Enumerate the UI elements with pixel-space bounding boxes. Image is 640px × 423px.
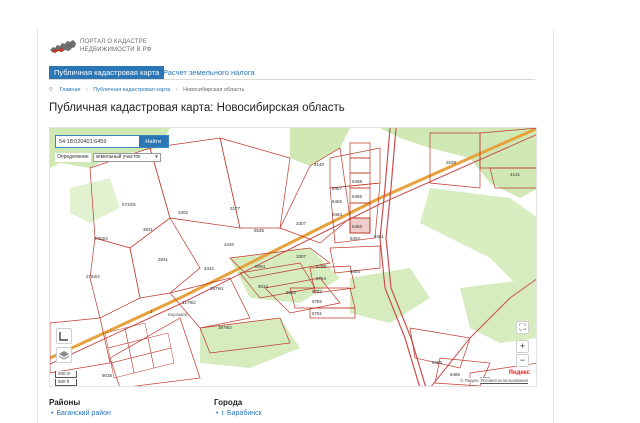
cities-heading: Города xyxy=(214,398,243,407)
city-link[interactable]: г. Барабинск xyxy=(221,410,261,417)
cadastral-map[interactable]: 4140 5732/5 3831 3402 3177 2784/4 3831 2… xyxy=(49,127,537,387)
parcel-label: 3831 xyxy=(143,227,154,232)
logo-text: ПОРТАЛ О КАДАСТРЕ НЕДВИЖИМОСТИ В РФ xyxy=(80,38,152,54)
definition-row: Определение земельный участок ▾ xyxy=(55,152,161,162)
scale-meters: 200 m xyxy=(55,371,77,378)
russia-map-logo-icon[interactable] xyxy=(49,38,77,56)
bullet-icon: • xyxy=(51,410,54,417)
object-type-select[interactable]: земельный участок ▾ xyxy=(92,152,161,162)
parcel-label: 8064 xyxy=(255,264,266,269)
parcel-label: 3177 xyxy=(230,206,241,211)
parcel-label: 6462 xyxy=(350,236,361,241)
map-scale: 200 m 500 ft xyxy=(55,371,77,386)
region-list-item[interactable]: • Баганский район xyxy=(51,410,111,417)
object-type-value: земельный участок xyxy=(95,153,141,160)
parcel-label: 6485 xyxy=(432,360,443,365)
parcel-label: 3979/2 xyxy=(218,325,232,330)
parcel-label: 3442 xyxy=(204,266,215,271)
layers-button[interactable] xyxy=(56,347,72,363)
tab-public-cadastral-map[interactable]: Публичная кадастровая карта xyxy=(49,66,165,79)
parcel-label: 6781 xyxy=(312,311,323,316)
parcel-label: 6465 xyxy=(332,199,343,204)
content-left-border xyxy=(37,28,38,423)
railway-line xyxy=(50,134,536,365)
field-area xyxy=(70,178,120,223)
parcel-label: 5732/5 xyxy=(122,202,136,207)
breadcrumb-cadastral-map[interactable]: Публичная кадастровая карта xyxy=(93,87,170,93)
map-copyright: © Яндекс xyxy=(460,378,480,383)
parcel-label: 6461 xyxy=(374,234,385,239)
location-pin-icon: ⚲ xyxy=(49,87,54,93)
parcel-label: 9033 xyxy=(286,290,297,295)
parcel-label: 8535 xyxy=(254,228,265,233)
ruler-tool-button[interactable] xyxy=(56,328,72,344)
road-boundary xyxy=(385,128,427,386)
parcel-label: 2539 xyxy=(446,160,457,165)
breadcrumb-current: Новосибирская область xyxy=(183,87,245,93)
parcel-label: 6468 xyxy=(352,179,363,184)
logo-text-line2: НЕДВИЖИМОСТИ В РФ xyxy=(80,47,152,53)
parcel-label: 3979/1 xyxy=(210,286,224,291)
city-list-item[interactable]: • г. Барабинск xyxy=(216,410,262,417)
parcel-label: 6784 xyxy=(316,276,327,281)
definition-label: Определение xyxy=(55,152,91,162)
bullet-icon: • xyxy=(216,410,219,417)
yandex-logo-text: Яндекс xyxy=(508,370,530,376)
logo-text-line1: ПОРТАЛ О КАДАСТРЕ xyxy=(80,39,148,45)
region-link[interactable]: Баганский район xyxy=(56,410,110,417)
page-title: Публичная кадастровая карта: Новосибирск… xyxy=(49,102,345,114)
parcel-label: 3307 xyxy=(296,221,307,226)
region-city-lists: Районы • Баганский район Города • г. Бараб… xyxy=(49,398,535,423)
cadastral-number-input[interactable] xyxy=(56,136,139,147)
content-right-border xyxy=(553,28,554,423)
fullscreen-button[interactable]: ⛶ xyxy=(516,321,529,334)
parcel-label: 3831 xyxy=(158,257,169,262)
chevron-down-icon: ▾ xyxy=(155,153,158,160)
breadcrumb: ⚲ Главная › Публичная кадастровая карта … xyxy=(49,85,244,95)
parcel-label: 6782 xyxy=(312,299,323,304)
parcel-label: 3307 xyxy=(296,254,307,259)
ruler-icon xyxy=(59,332,68,341)
place-label: Кирзавод xyxy=(168,312,188,317)
zoom-in-button[interactable]: + xyxy=(516,340,529,353)
layers-icon xyxy=(58,351,70,360)
scale-feet: 500 ft xyxy=(55,379,77,386)
map-search-box: Найти xyxy=(55,135,169,148)
parcel-label: 2784/4 xyxy=(94,236,108,241)
parcel-label: 6466 xyxy=(352,194,363,199)
parcel-label: 6785 xyxy=(316,264,327,269)
tab-land-tax-calculation[interactable]: Расчет земельного налога xyxy=(158,66,260,79)
parcel-label: 4141 xyxy=(510,172,521,177)
parcel-label: 4140 xyxy=(314,162,325,167)
parcel-label: 3402 xyxy=(178,210,189,215)
regions-heading: Районы xyxy=(49,398,81,407)
parcel-label: 6783 xyxy=(312,289,323,294)
site-header: ПОРТАЛ О КАДАСТРЕ НЕДВИЖИМОСТИ В РФ xyxy=(49,34,535,62)
small-lots xyxy=(104,322,175,379)
parcel-label: 9034 xyxy=(258,284,269,289)
map-canvas[interactable]: 4140 5732/5 3831 3402 3177 2784/4 3831 2… xyxy=(50,128,537,387)
parcel-label: 3440 xyxy=(224,242,235,247)
parcel-label: 4179/2 xyxy=(182,300,196,305)
yandex-logo[interactable]: Яндекс xyxy=(509,370,530,376)
search-button[interactable]: Найти xyxy=(138,136,168,147)
parcel-label: 6486 xyxy=(450,372,461,377)
forest-area xyxy=(420,188,536,288)
parcel-label: 6463 xyxy=(352,224,363,229)
breadcrumb-home[interactable]: Главная xyxy=(60,87,81,93)
parcel-label: 6467 xyxy=(332,186,343,191)
forest-area xyxy=(200,318,300,368)
parcel-label: 2784/4 xyxy=(86,274,100,279)
map-footer: © Яндекс Условия использования xyxy=(458,378,530,383)
breadcrumb-separator-icon: › xyxy=(86,87,88,93)
parcel-label: 6454 xyxy=(350,269,361,274)
main-tabs: Публичная кадастровая карта Расчет земел… xyxy=(49,66,535,80)
parcel-label: 6464 xyxy=(332,212,343,217)
parcel-label: 9038 xyxy=(102,373,113,378)
terms-of-use-link[interactable]: Условия использования xyxy=(480,378,528,383)
breadcrumb-separator-icon: › xyxy=(175,87,178,93)
zoom-out-button[interactable]: − xyxy=(516,354,529,367)
